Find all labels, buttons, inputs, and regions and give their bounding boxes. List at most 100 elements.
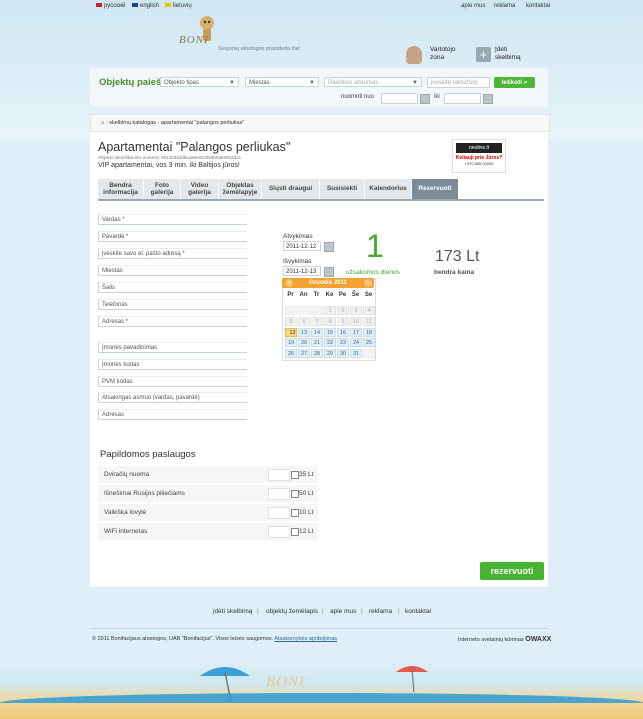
departure-date-input[interactable]: 2011-12-13 bbox=[283, 266, 321, 276]
footer-link-map[interactable]: objektų žemėlapis bbox=[266, 608, 318, 615]
calendar-day[interactable]: 20 bbox=[298, 338, 310, 348]
prev-month-icon[interactable]: ‹ bbox=[285, 279, 293, 287]
copyright: © 2011 Bonifacijaus atostogos, UAB "Boni… bbox=[92, 636, 338, 642]
footer-link-add[interactable]: įdėti skelbimą bbox=[213, 608, 252, 615]
from-date-input[interactable] bbox=[381, 93, 418, 104]
tab-reserve[interactable]: Rezervuoti bbox=[412, 179, 459, 199]
tab-contact[interactable]: Susisiekti bbox=[320, 179, 365, 199]
calendar-icon[interactable] bbox=[324, 267, 334, 277]
responsible-person-field[interactable]: Atsakingas asmuo (vardas, pavardė) bbox=[98, 392, 247, 403]
first-name-field[interactable]: Vardas * bbox=[98, 214, 247, 225]
ad-banner[interactable]: neoline.lt Keliauji prie Jūros? +370 685… bbox=[452, 139, 506, 173]
quantity-input[interactable] bbox=[268, 488, 290, 500]
address-field[interactable]: Adresas * bbox=[98, 316, 247, 327]
to-date-input[interactable] bbox=[444, 93, 481, 104]
calendar-day[interactable]: 25 bbox=[363, 338, 375, 348]
footer-link-about[interactable]: apie mus bbox=[330, 608, 356, 615]
city-select[interactable]: Miestas ▼ bbox=[245, 77, 319, 87]
calendar-icon[interactable] bbox=[483, 94, 493, 104]
company-name-field[interactable]: Įmonės pavadinimas bbox=[98, 342, 247, 353]
user-zone-link[interactable]: Vartotojo zona bbox=[430, 46, 456, 62]
calendar-day[interactable]: 26 bbox=[285, 349, 297, 359]
extra-checkbox[interactable] bbox=[291, 509, 299, 517]
object-type-select[interactable]: Objekto tipas ▼ bbox=[160, 77, 239, 87]
lang-english[interactable]: english bbox=[132, 3, 159, 9]
nights-count: 1 bbox=[366, 228, 384, 264]
calendar-day: 11 bbox=[363, 316, 375, 326]
calendar-day[interactable]: 18 bbox=[363, 327, 375, 337]
company-address-field[interactable]: Adresas bbox=[98, 409, 247, 420]
toplink-about[interactable]: apie mus bbox=[461, 3, 485, 9]
chevron-down-icon: ▼ bbox=[229, 80, 235, 86]
calendar-day[interactable]: 28 bbox=[311, 349, 323, 359]
footer-link-ads[interactable]: reklama bbox=[369, 608, 392, 615]
calendar-day bbox=[311, 306, 323, 315]
calendar-day[interactable]: 19 bbox=[285, 338, 297, 348]
tab-send-friend[interactable]: Siųsti draugui bbox=[262, 179, 320, 199]
add-listing-link[interactable]: Įdėti skelbimą bbox=[495, 46, 521, 62]
breadcrumb-catalog[interactable]: skelbimų katalogas bbox=[109, 120, 156, 126]
lang-russian[interactable]: русский bbox=[96, 3, 126, 9]
calendar-day[interactable]: 30 bbox=[337, 349, 349, 359]
extra-checkbox[interactable] bbox=[291, 471, 299, 479]
search-button[interactable]: Ieškoti ⌕ bbox=[494, 77, 535, 88]
reserve-button[interactable]: rezervuoti bbox=[480, 562, 544, 580]
tab-video-gallery[interactable]: Video galerija bbox=[181, 179, 219, 199]
calendar-day[interactable]: 29 bbox=[324, 349, 336, 359]
extra-checkbox[interactable] bbox=[291, 528, 299, 536]
calendar-day[interactable]: 13 bbox=[298, 327, 310, 337]
tab-calendar[interactable]: Kalendorius bbox=[365, 179, 412, 199]
logo-text[interactable]: BONI bbox=[179, 34, 209, 46]
calendar-day[interactable]: 22 bbox=[324, 338, 336, 348]
footer-link-contacts[interactable]: kontaktai bbox=[405, 608, 431, 615]
calendar-day[interactable]: 16 bbox=[337, 327, 349, 337]
tab-general-info[interactable]: Bendra informacija bbox=[98, 179, 144, 199]
calendar-day bbox=[298, 306, 310, 315]
calendar-day[interactable]: 27 bbox=[298, 349, 310, 359]
tab-map[interactable]: Objektas žemėlapyje bbox=[219, 179, 262, 199]
chevron-down-icon: ▼ bbox=[412, 80, 418, 86]
keyword-input[interactable]: įveskite raktažodį bbox=[427, 77, 490, 88]
quantity-input[interactable] bbox=[268, 469, 290, 481]
lang-lithuanian[interactable]: lietuvių bbox=[165, 3, 192, 9]
city-field[interactable]: Miestas bbox=[98, 265, 247, 276]
last-name-field[interactable]: Pavardė * bbox=[98, 231, 247, 242]
calendar-icon[interactable] bbox=[420, 94, 430, 104]
company-code-field[interactable]: Įmonės kodas bbox=[98, 359, 247, 370]
maker-brand-link[interactable]: OWAXX bbox=[525, 636, 551, 643]
calendar-day bbox=[363, 349, 375, 359]
calendar-day[interactable]: 12 bbox=[285, 327, 297, 337]
calendar-day[interactable]: 17 bbox=[350, 327, 362, 337]
phone-field[interactable]: Telefonas bbox=[98, 299, 247, 310]
calendar-day[interactable]: 23 bbox=[337, 338, 349, 348]
tab-photo-gallery[interactable]: Foto galerija bbox=[144, 179, 181, 199]
toplink-ads[interactable]: reklama bbox=[494, 3, 515, 9]
calendar-day[interactable]: 14 bbox=[311, 327, 323, 337]
plus-icon[interactable]: + bbox=[476, 47, 491, 62]
beach-logo-text: BONI bbox=[266, 674, 305, 690]
home-icon[interactable]: ⌂ bbox=[101, 120, 104, 126]
calendar-icon[interactable] bbox=[324, 242, 334, 252]
next-month-icon[interactable]: › bbox=[364, 279, 372, 287]
country-field[interactable]: Šalis bbox=[98, 282, 247, 293]
calendar-day[interactable]: 21 bbox=[311, 338, 323, 348]
toplink-contacts[interactable]: kontaktai bbox=[526, 3, 550, 9]
email-field[interactable]: įveskite savo el. pašto adresą * bbox=[98, 248, 247, 259]
from-label: nuomoti nuo bbox=[341, 94, 375, 100]
quantity-input[interactable] bbox=[268, 507, 290, 519]
arrival-date-input[interactable]: 2011-12-12 bbox=[283, 241, 321, 251]
calendar-day[interactable]: 31 bbox=[350, 349, 362, 359]
extra-checkbox[interactable] bbox=[291, 490, 299, 498]
calendar-day[interactable]: 24 bbox=[350, 338, 362, 348]
calendar-day[interactable]: 15 bbox=[324, 327, 336, 337]
user-avatar-icon[interactable] bbox=[406, 46, 422, 64]
quantity-input[interactable] bbox=[268, 526, 290, 538]
calendar-day: 9 bbox=[337, 316, 349, 326]
privacy-link[interactable]: Atsakomybės apribojimas bbox=[274, 636, 337, 642]
vat-code-field[interactable]: PVM kodas bbox=[98, 376, 247, 387]
weekday-label: An bbox=[299, 292, 308, 298]
distance-select[interactable]: Paieškos atstumas ▼ bbox=[324, 77, 422, 87]
calendar-day: 6 bbox=[298, 316, 310, 326]
chevron-down-icon: ▼ bbox=[309, 80, 315, 86]
weekday-label: Se bbox=[364, 292, 373, 298]
